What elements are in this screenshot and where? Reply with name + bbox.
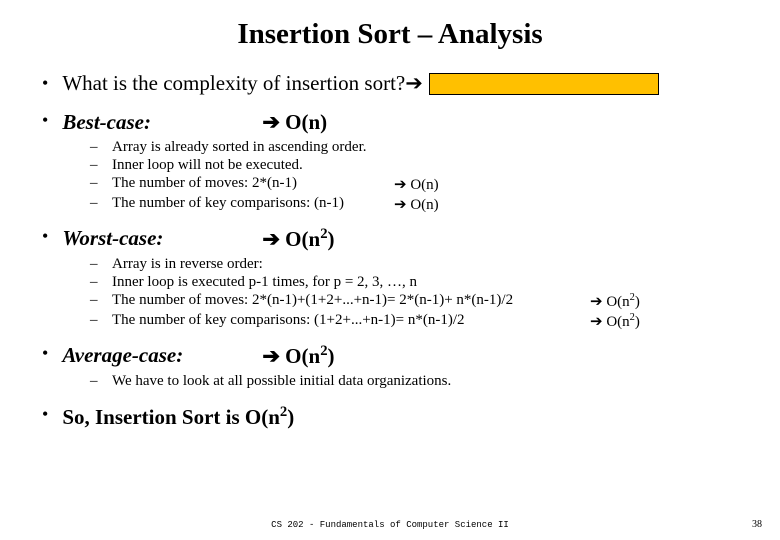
worst-case-sublist: – Array is in reverse order: – Inner loo… [90,256,746,331]
sub-text: Inner loop is executed p-1 times, for p … [112,274,590,291]
highlight-box [429,73,659,95]
dash-icon: – [90,373,112,390]
list-item: – Inner loop is executed p-1 times, for … [90,274,746,291]
sub-result: ➔ O(n2) [590,292,640,311]
arrow-icon: ➔ [405,71,423,96]
bullet-dot: • [42,226,48,252]
sub-text: The number of key comparisons: (n-1) [112,195,394,214]
worst-case-label: Worst-case: [62,226,262,252]
conclusion-prefix: So, Insertion Sort is O(n [62,405,280,429]
result-suffix: ) [635,294,640,310]
complexity-prefix: O(n [280,227,320,251]
sub-text: The number of key comparisons: (1+2+...+… [112,312,590,331]
sub-text: The number of moves: 2*(n-1)+(1+2+...+n-… [112,292,590,311]
conclusion-text: So, Insertion Sort is O(n2) [62,404,294,430]
arrow-icon: ➔ [590,313,603,330]
bullet-dot: • [42,110,48,135]
sub-result: ➔ O(n) [394,175,439,194]
best-case-label: Best-case: [62,110,262,135]
slide-title: Insertion Sort – Analysis [34,18,746,51]
sub-text: Inner loop will not be executed. [112,157,394,174]
dash-icon: – [90,256,112,273]
dash-icon: – [90,274,112,291]
page-number: 38 [752,519,762,530]
result-text: O(n) [407,197,439,213]
sub-text: Array is already sorted in ascending ord… [112,139,394,156]
complexity-prefix: O(n [280,344,320,368]
average-note-text: We have to look at all possible initial … [112,373,451,389]
bullet-dot: • [42,404,48,430]
result-prefix: O(n [603,294,630,310]
average-case-row: • Average-case: ➔ O(n2) [42,343,746,369]
dash-icon: – [90,157,112,174]
sub-result: ➔ O(n) [394,195,439,214]
list-item: – The number of key comparisons: (n-1) ➔… [90,195,746,214]
conclusion-row: • So, Insertion Sort is O(n2) [42,404,746,430]
arrow-icon: ➔ [590,293,603,310]
complexity-suffix: ) [328,227,335,251]
dash-icon: – [90,175,112,194]
worst-case-row: • Worst-case: ➔ O(n2) [42,226,746,252]
arrow-icon: ➔ [394,196,407,213]
average-case-label: Average-case: [62,343,262,369]
dash-icon: – [90,292,112,311]
sub-text: Array is in reverse order: [112,256,590,273]
dash-icon: – [90,195,112,214]
list-item: – The number of moves: 2*(n-1) ➔ O(n) [90,175,746,194]
arrow-icon: ➔ [262,111,280,134]
bullet-dot: • [42,73,48,94]
list-item: – The number of moves: 2*(n-1)+(1+2+...+… [90,292,746,311]
result-text: O(n) [407,177,439,193]
conclusion-suffix: ) [287,405,294,429]
best-complexity-text: O(n) [280,110,327,134]
bullet-dot: • [42,343,48,369]
list-item: – Array is already sorted in ascending o… [90,139,746,156]
best-case-sublist: – Array is already sorted in ascending o… [90,139,746,214]
dash-icon: – [90,312,112,331]
best-case-row: • Best-case: ➔ O(n) [42,110,746,135]
result-prefix: O(n [603,314,630,330]
best-case-complexity: ➔ O(n) [262,110,327,135]
sub-text: The number of moves: 2*(n-1) [112,175,394,194]
average-case-complexity: ➔ O(n2) [262,343,334,369]
arrow-icon: ➔ [394,176,407,193]
list-item: – Array is in reverse order: [90,256,746,273]
complexity-exp: 2 [320,226,327,242]
result-suffix: ) [635,314,640,330]
average-note: –We have to look at all possible initial… [90,373,746,390]
question-bullet: • What is the complexity of insertion so… [42,71,746,96]
sub-result: ➔ O(n2) [590,312,640,331]
complexity-suffix: ) [328,344,335,368]
list-item: – Inner loop will not be executed. [90,157,746,174]
question-text: What is the complexity of insertion sort… [62,71,405,96]
worst-case-complexity: ➔ O(n2) [262,226,334,252]
arrow-icon: ➔ [262,345,280,368]
dash-icon: – [90,139,112,156]
footer-text: CS 202 - Fundamentals of Computer Scienc… [0,520,780,530]
arrow-icon: ➔ [262,228,280,251]
list-item: – The number of key comparisons: (1+2+..… [90,312,746,331]
complexity-exp: 2 [320,343,327,359]
